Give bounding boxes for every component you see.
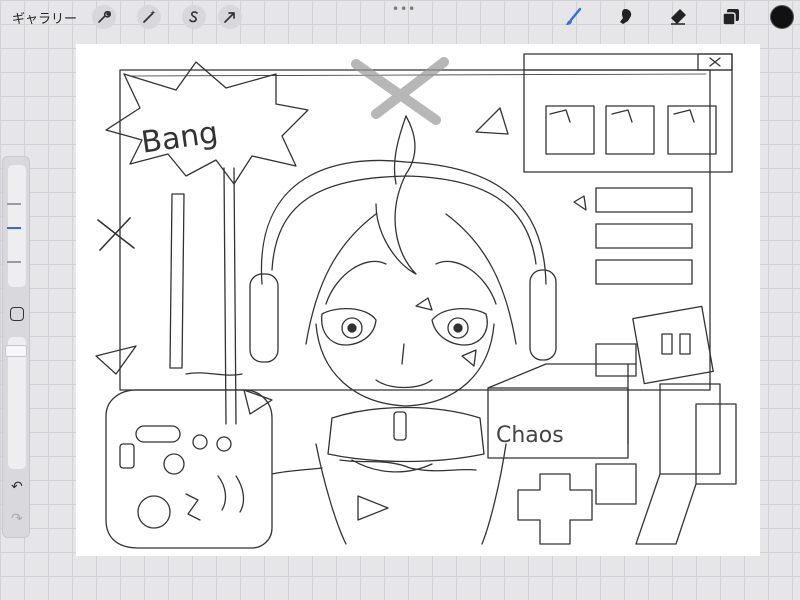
brush-size-slider[interactable]	[7, 165, 26, 287]
slider-tick	[7, 261, 21, 263]
eraser-icon[interactable]	[666, 5, 690, 29]
magic-wand-icon[interactable]	[137, 5, 161, 29]
brush-size-handle[interactable]	[7, 227, 21, 229]
left-sidebar: ↶ ↷	[2, 156, 30, 538]
more-dots-icon[interactable]: •••	[392, 2, 416, 16]
sketch-artwork: Bang Chaos	[95, 53, 737, 549]
bang-text: Bang	[139, 115, 220, 160]
wrench-icon[interactable]	[92, 5, 116, 29]
blurred-x-sketch	[351, 57, 449, 125]
gallery-button[interactable]: ギャラリー	[12, 8, 77, 27]
plus-shape-sketch	[517, 473, 593, 545]
opacity-handle[interactable]	[5, 345, 27, 357]
brush-icon[interactable]	[561, 5, 585, 29]
drawing-canvas[interactable]: Bang Chaos	[76, 44, 760, 556]
square-modify-icon[interactable]	[10, 307, 24, 321]
character-face-sketch	[315, 323, 495, 407]
character-hair-sketch	[375, 115, 417, 275]
selection-s-icon[interactable]	[182, 5, 206, 29]
opacity-slider[interactable]	[5, 337, 27, 469]
pole-sketch	[169, 193, 185, 369]
robot-box-sketch	[595, 305, 737, 545]
slider-tick	[7, 203, 21, 205]
undo-icon[interactable]: ↶	[11, 479, 23, 495]
arrow-cursor-icon[interactable]	[218, 5, 242, 29]
redo-icon[interactable]: ↷	[11, 511, 23, 527]
layers-icon[interactable]	[719, 5, 743, 29]
color-picker-button[interactable]	[770, 5, 794, 29]
controller-sketch	[105, 389, 273, 549]
x-mark-sketch	[97, 217, 135, 251]
text-field-sketch	[595, 187, 693, 213]
triangle-sketch	[95, 345, 137, 375]
smudge-icon[interactable]	[614, 5, 638, 29]
top-toolbar: ギャラリー •••	[0, 0, 800, 34]
chaos-text: Chaos	[496, 423, 564, 448]
